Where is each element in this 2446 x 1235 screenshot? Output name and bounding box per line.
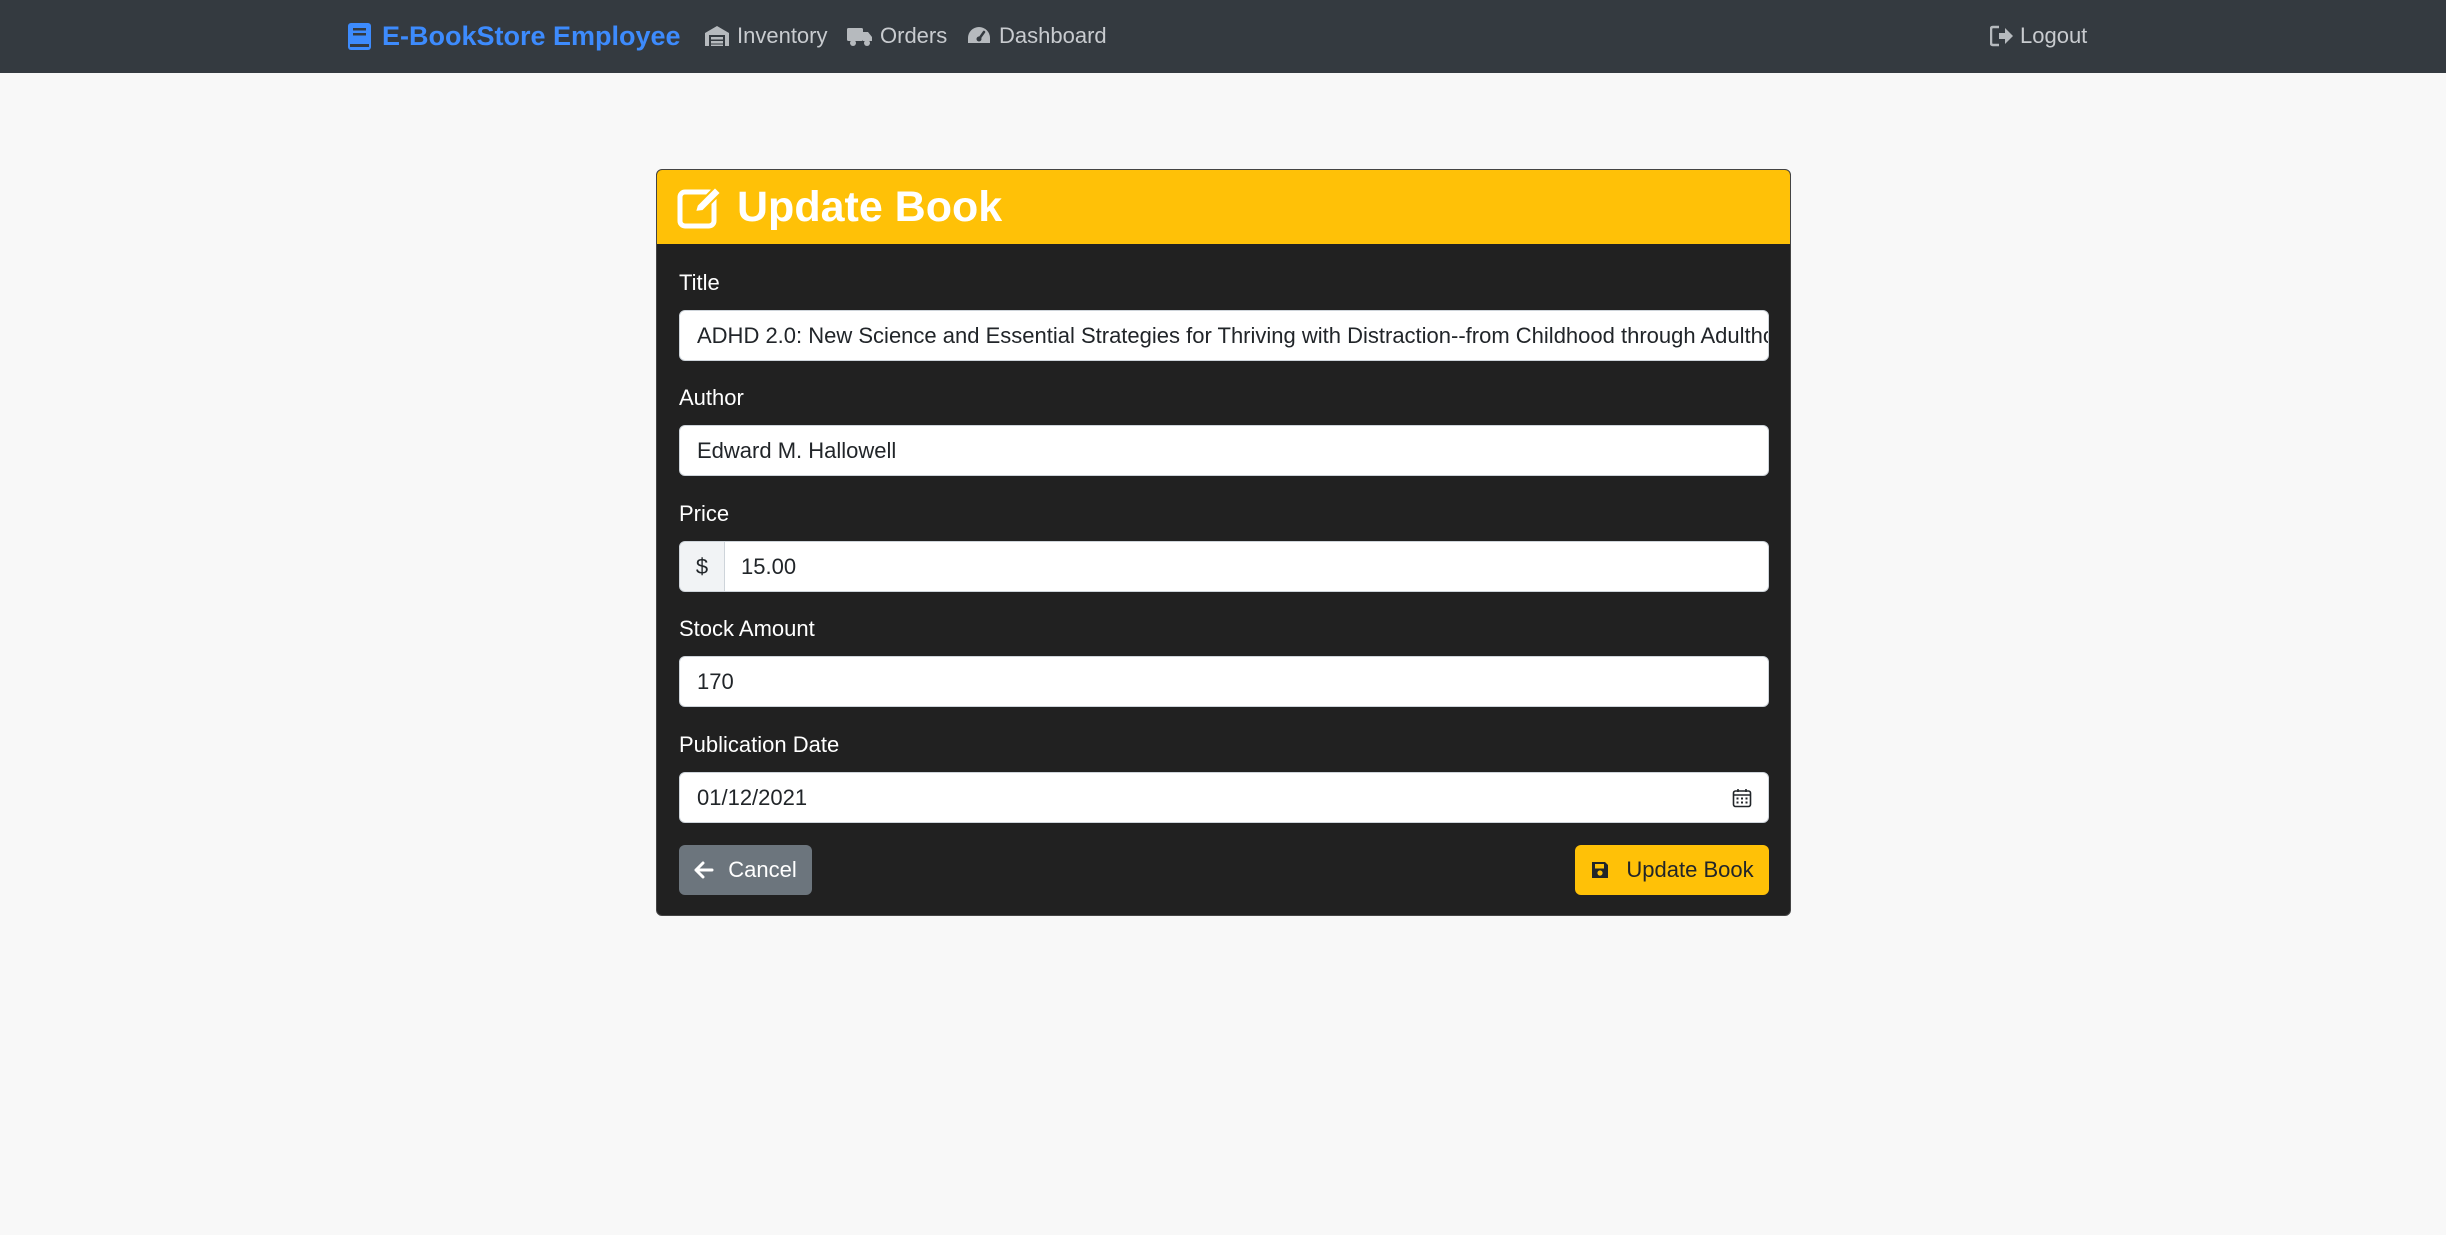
warehouse-icon xyxy=(705,26,729,46)
publication-date-value: 01/12/2021 xyxy=(697,784,808,810)
update-book-button[interactable]: Update Book xyxy=(1575,845,1769,895)
price-input[interactable]: 15.00 xyxy=(725,541,1769,592)
logout-label: Logout xyxy=(2020,23,2088,48)
nav-inventory[interactable]: Inventory xyxy=(703,18,828,54)
nav-orders[interactable]: Orders xyxy=(846,18,947,54)
title-input[interactable]: ADHD 2.0: New Science and Essential Stra… xyxy=(679,310,1769,361)
cancel-button[interactable]: Cancel xyxy=(679,845,812,895)
sign-out-icon xyxy=(1990,25,2013,47)
author-input[interactable]: Edward M. Hallowell xyxy=(679,425,1769,476)
nav-inventory-label: Inventory xyxy=(737,23,828,48)
stock-label: Stock Amount xyxy=(679,616,815,641)
price-currency-addon: $ xyxy=(679,541,725,592)
calendar-icon[interactable] xyxy=(1732,788,1752,808)
update-book-button-label: Update Book xyxy=(1626,857,1754,882)
nav-dashboard[interactable]: Dashboard xyxy=(965,18,1107,54)
edit-icon xyxy=(677,185,723,229)
brand-text: E-BookStore Employee xyxy=(382,20,681,51)
nav-orders-label: Orders xyxy=(880,23,948,48)
nav-dashboard-label: Dashboard xyxy=(999,23,1107,48)
author-label: Author xyxy=(679,385,744,410)
page-title: Update Book xyxy=(737,182,1003,231)
card-header: Update Book xyxy=(657,170,1790,244)
brand-link[interactable]: E-BookStore Employee xyxy=(347,18,681,54)
cancel-button-label: Cancel xyxy=(728,857,797,882)
save-icon xyxy=(1592,862,1609,878)
update-book-card: Update Book Title ADHD 2.0: New Science … xyxy=(656,169,1791,916)
title-label: Title xyxy=(679,270,720,295)
publication-date-label: Publication Date xyxy=(679,732,840,757)
book-icon xyxy=(348,22,371,50)
gauge-icon xyxy=(968,27,990,43)
publication-date-input[interactable]: 01/12/2021 xyxy=(679,772,1769,823)
arrow-left-icon xyxy=(694,861,714,879)
stock-input[interactable]: 170 xyxy=(679,656,1769,707)
top-navbar: E-BookStore Employee Inventory Orders Da… xyxy=(0,0,2446,73)
price-label: Price xyxy=(679,501,730,526)
logout-link[interactable]: Logout xyxy=(1990,18,2087,54)
price-input-group: $ 15.00 xyxy=(679,541,1769,592)
truck-icon xyxy=(847,28,872,46)
